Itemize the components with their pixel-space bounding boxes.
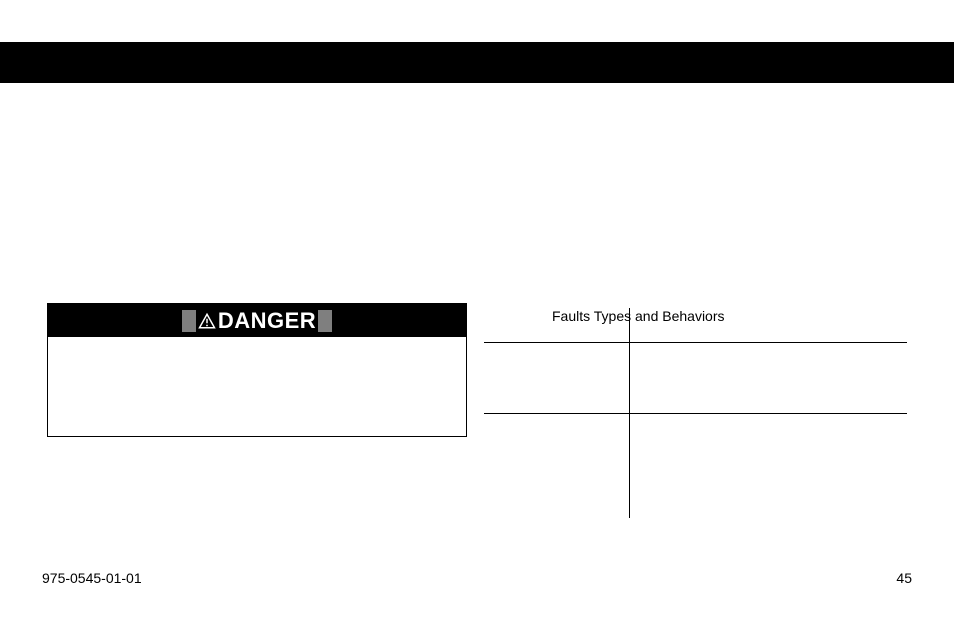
danger-box: DANGER — [47, 303, 467, 437]
table-title: Faults Types and Behaviors — [552, 308, 725, 324]
table-title-row: Faults Types and Behaviors — [484, 308, 907, 324]
content-area: DANGER Faults Types and Behaviors — [42, 300, 912, 558]
warning-triangle-icon — [198, 312, 216, 330]
faults-table-area: Faults Types and Behaviors — [484, 308, 907, 558]
page-footer: 975-0545-01-01 45 — [42, 570, 912, 586]
danger-header: DANGER — [48, 304, 466, 337]
header-black-band — [0, 42, 954, 83]
footer-page-number: 45 — [896, 570, 912, 586]
page: DANGER Faults Types and Behaviors 975-05… — [0, 0, 954, 618]
danger-body-text — [48, 337, 466, 349]
table-skeleton — [484, 342, 907, 518]
footer-docnum: 975-0545-01-01 — [42, 570, 142, 586]
danger-label-text: DANGER — [218, 308, 316, 334]
table-row-divider — [484, 413, 907, 414]
table-col-divider — [629, 308, 630, 518]
danger-label-wrap: DANGER — [180, 308, 334, 334]
